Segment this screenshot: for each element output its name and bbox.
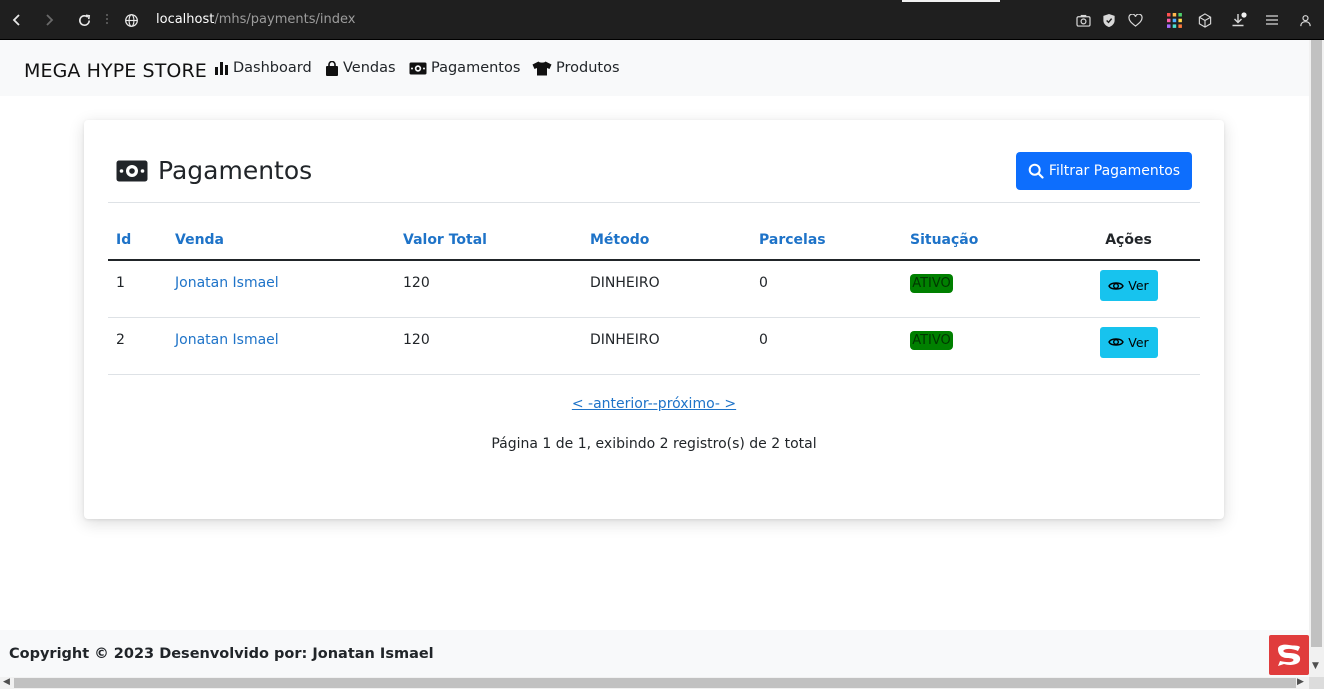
column-header-acoes: Ações (1057, 220, 1200, 261)
filter-payments-button[interactable]: Filtrar Pagamentos (1016, 152, 1192, 190)
cell-acoes: Ver (1057, 317, 1200, 375)
brand-logo-text[interactable]: MEGA HYPE STORE (24, 60, 207, 82)
nav-item-pagamentos[interactable]: Pagamentos (409, 60, 520, 76)
view-button[interactable]: Ver (1099, 270, 1158, 301)
venda-link[interactable]: Jonatan Ismael (175, 332, 279, 348)
cell-situacao: ATIVO (902, 260, 1057, 318)
cube-icon[interactable] (1194, 9, 1216, 31)
camera-icon[interactable] (1072, 9, 1094, 31)
debug-kit-icon[interactable] (1269, 635, 1309, 675)
view-button-label: Ver (1128, 278, 1149, 293)
nav-item-vendas[interactable]: Vendas (325, 60, 396, 76)
cell-venda: Jonatan Ismael (167, 260, 395, 318)
payments-table: Id Venda Valor Total Método Parcelas Sit… (108, 220, 1200, 375)
view-button[interactable]: Ver (1099, 326, 1158, 358)
nav-item-label: Vendas (343, 60, 396, 76)
cell-parcelas: 0 (751, 260, 902, 318)
heart-icon[interactable] (1124, 9, 1146, 31)
scrollbar-corner (1309, 677, 1324, 689)
footer: Copyright © 2023 Desenvolvido por: Jonat… (0, 630, 1309, 677)
address-bar[interactable]: localhost/mhs/payments/index (156, 12, 355, 27)
navbar: MEGA HYPE STORE Dashboard Vendas Pagamen… (0, 40, 1309, 96)
apps-grid-icon[interactable] (1163, 9, 1185, 31)
column-header-venda[interactable]: Venda (167, 220, 395, 261)
cell-id: 1 (108, 260, 167, 318)
browser-toolbar: localhost/mhs/payments/index (0, 0, 1324, 40)
filter-button-label: Filtrar Pagamentos (1048, 163, 1181, 179)
cell-metodo: DINHEIRO (582, 260, 751, 318)
column-header-situacao[interactable]: Situação (902, 220, 1057, 261)
column-header-id[interactable]: Id (108, 220, 167, 261)
scroll-down-arrow-icon[interactable]: ▼ (1312, 661, 1319, 671)
money-bill-icon (116, 160, 148, 181)
profile-icon[interactable] (1294, 9, 1316, 31)
nav-item-label: Produtos (556, 60, 620, 76)
site-info-icon[interactable] (120, 9, 142, 31)
shirt-icon (532, 61, 552, 75)
column-header-valor-total[interactable]: Valor Total (395, 220, 582, 261)
page-header: Pagamentos (116, 156, 312, 185)
chart-bar-icon (215, 62, 228, 75)
cell-venda: Jonatan Ismael (167, 317, 395, 375)
nav-item-label: Pagamentos (431, 60, 521, 76)
column-header-parcelas[interactable]: Parcelas (751, 220, 902, 261)
pagination-link[interactable]: < -anterior--próximo- > (572, 396, 736, 412)
eye-icon (1108, 281, 1125, 290)
horizontal-scrollbar-thumb[interactable] (14, 678, 1296, 688)
pagination-summary: Página 1 de 1, exibindo 2 registro(s) de… (491, 436, 817, 452)
column-header-metodo[interactable]: Método (582, 220, 751, 261)
table-row: 2 Jonatan Ismael 120 DINHEIRO 0 ATIVO Ve… (108, 317, 1200, 375)
status-badge: ATIVO (910, 330, 953, 350)
cell-valor-total: 120 (395, 260, 582, 318)
shopping-bag-icon (326, 60, 338, 76)
eye-icon (1108, 338, 1125, 346)
table-header-row: Id Venda Valor Total Método Parcelas Sit… (108, 220, 1200, 261)
active-tab-indicator (902, 0, 1000, 2)
nav-item-dashboard[interactable]: Dashboard (215, 60, 312, 76)
menu-lines-icon[interactable] (1261, 9, 1283, 31)
download-icon[interactable] (1228, 9, 1250, 31)
reload-icon[interactable] (73, 9, 95, 31)
venda-link[interactable]: Jonatan Ismael (175, 275, 279, 291)
toolbar-separator (106, 14, 108, 26)
money-bill-icon (409, 62, 427, 74)
status-badge: ATIVO (910, 274, 953, 293)
divider (108, 202, 1200, 203)
table-row: 1 Jonatan Ismael 120 DINHEIRO 0 ATIVO Ve… (108, 260, 1200, 318)
nav-item-label: Dashboard (233, 60, 312, 76)
view-button-label: Ver (1128, 334, 1149, 350)
cell-situacao: ATIVO (902, 317, 1057, 375)
payments-card: Pagamentos Filtrar Pagamentos Id Venda V… (84, 120, 1224, 519)
cell-metodo: DINHEIRO (582, 317, 751, 375)
cell-acoes: Ver (1057, 260, 1200, 318)
scroll-right-arrow-icon[interactable]: ▶ (1297, 677, 1304, 687)
cell-parcelas: 0 (751, 317, 902, 375)
nav-item-produtos[interactable]: Produtos (532, 60, 620, 76)
vertical-scrollbar-thumb[interactable] (1311, 40, 1322, 647)
search-icon (1028, 163, 1044, 179)
shield-icon[interactable] (1098, 9, 1120, 31)
copyright-text: Copyright © 2023 Desenvolvido por: Jonat… (9, 646, 434, 662)
page-title: Pagamentos (158, 156, 313, 185)
forward-icon[interactable] (38, 9, 60, 31)
back-icon[interactable] (6, 9, 28, 31)
scroll-left-arrow-icon[interactable]: ◀ (3, 677, 10, 687)
pagination: < -anterior--próximo- > (84, 396, 1224, 412)
cell-id: 2 (108, 317, 167, 375)
cell-valor-total: 120 (395, 317, 582, 375)
